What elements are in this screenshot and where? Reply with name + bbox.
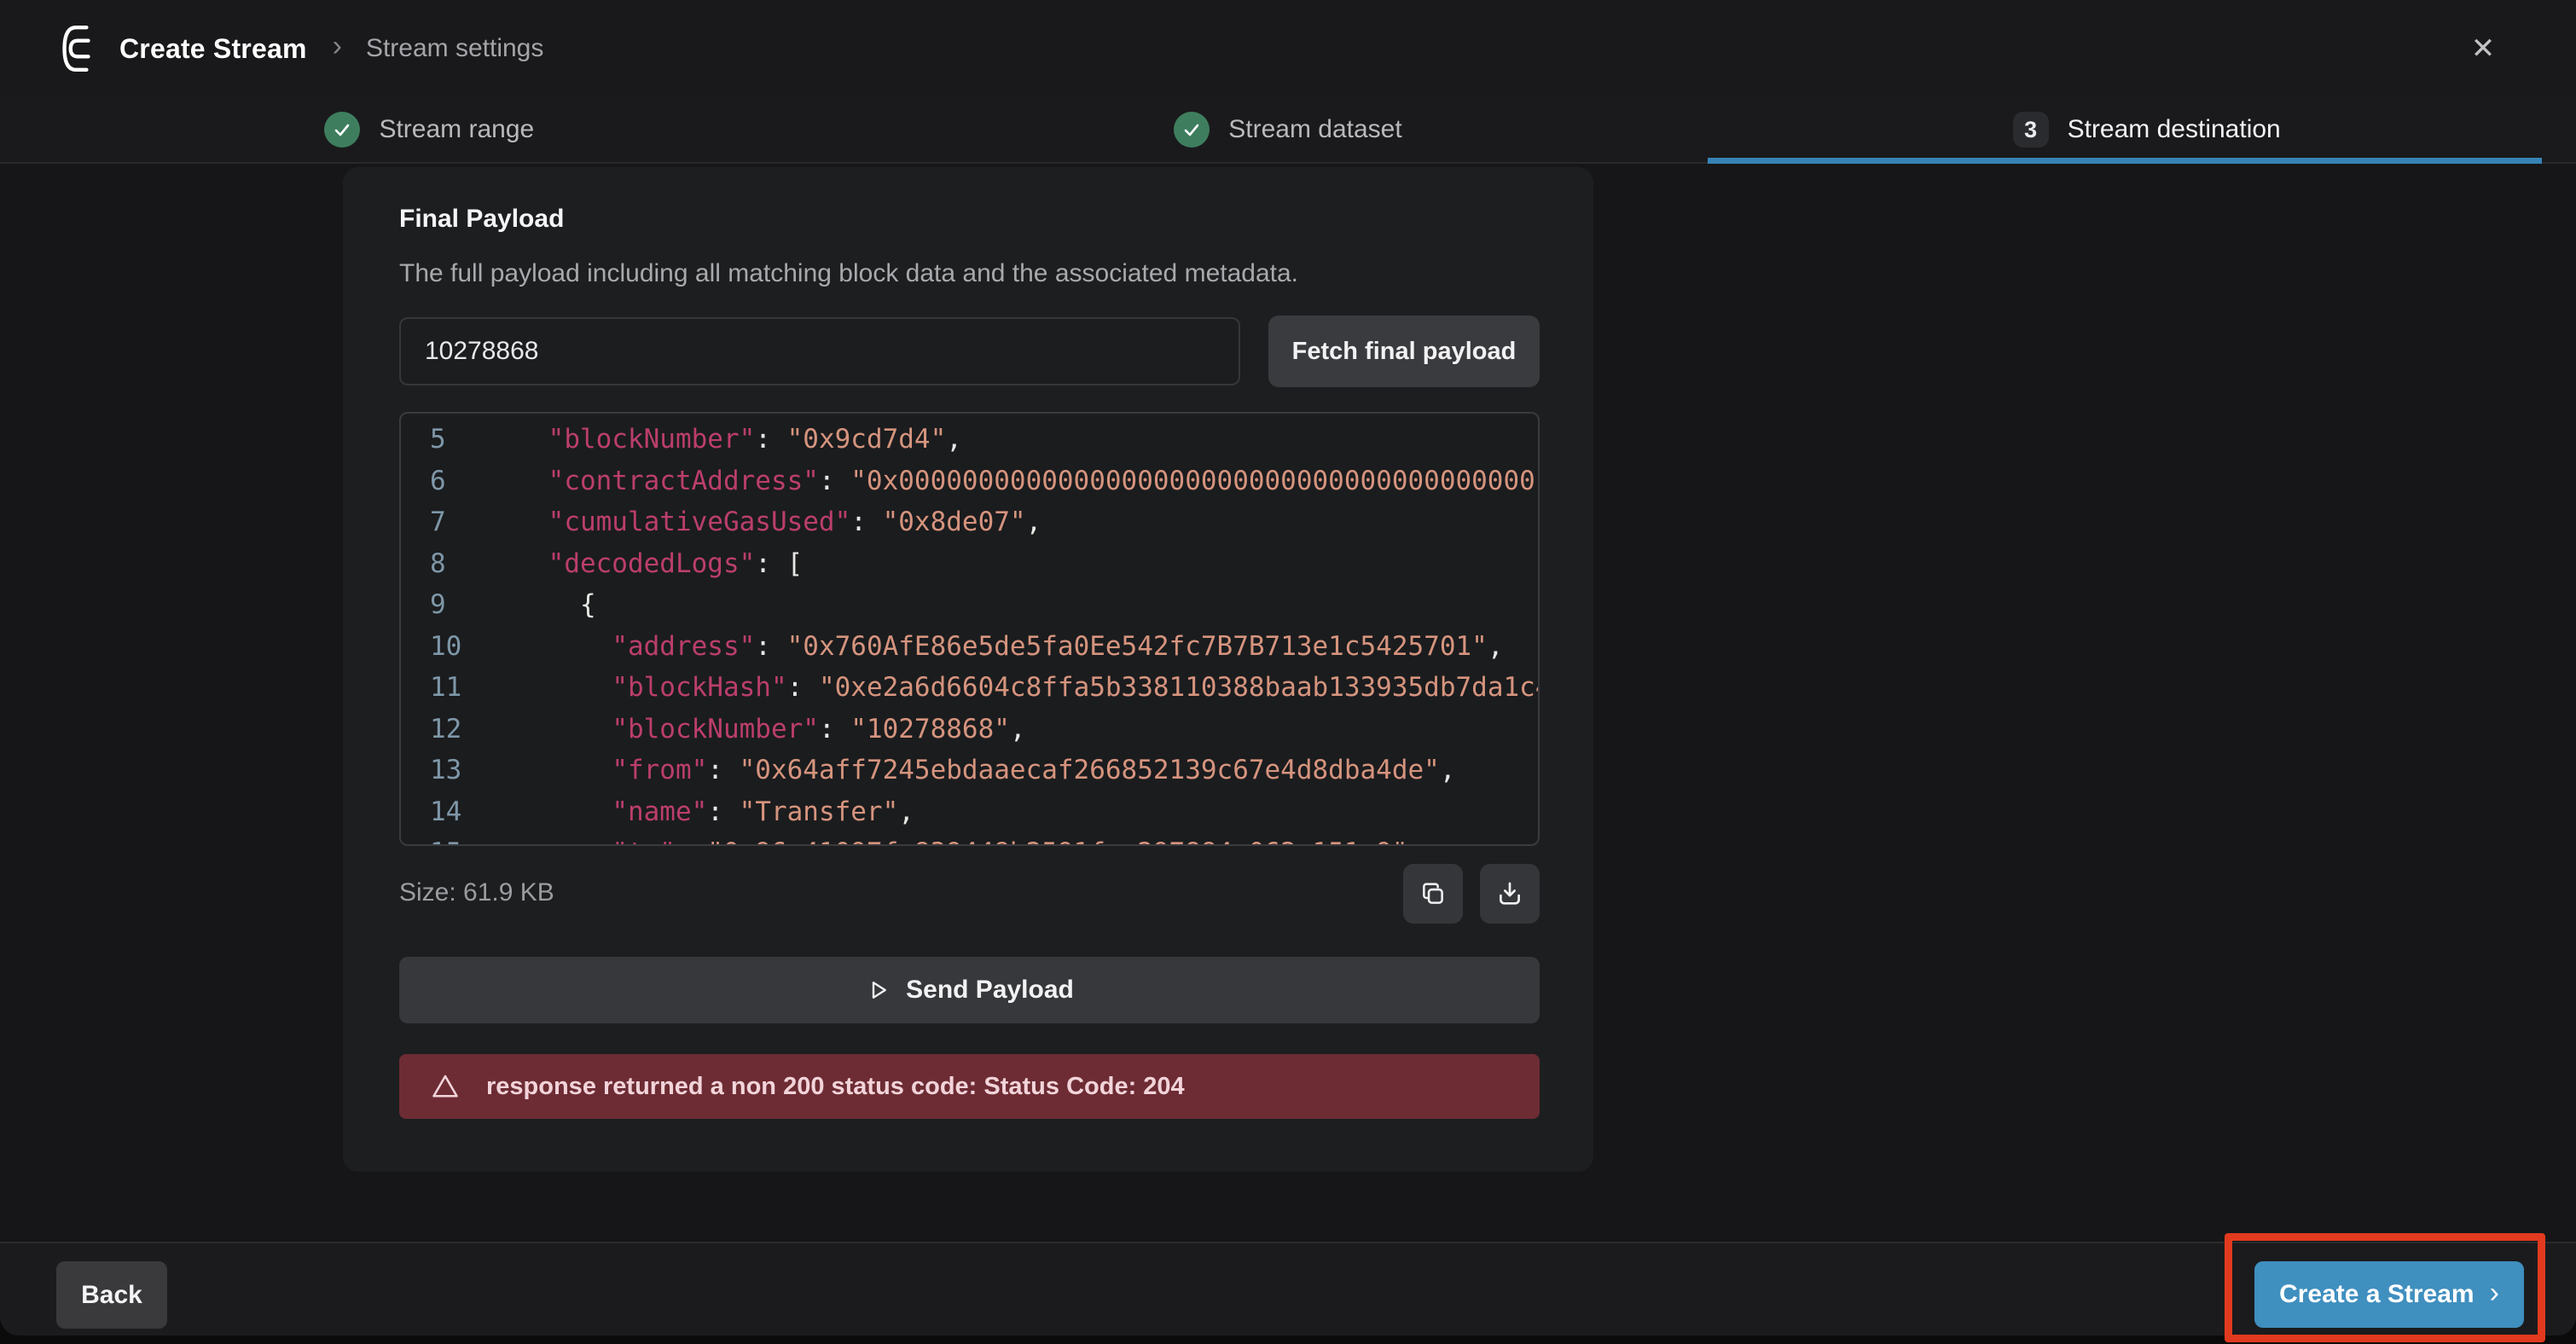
copy-icon bbox=[1419, 879, 1448, 908]
line-number: 9 bbox=[401, 584, 484, 626]
line-number: 6 bbox=[401, 461, 484, 502]
create-stream-button[interactable]: Create a Stream › bbox=[2254, 1261, 2524, 1328]
line-number: 11 bbox=[401, 667, 484, 709]
error-banner: response returned a non 200 status code:… bbox=[399, 1054, 1540, 1119]
download-icon bbox=[1495, 879, 1524, 908]
code-line: 12 "blockNumber": "10278868", bbox=[401, 709, 1538, 750]
step-number-badge: 3 bbox=[2013, 112, 2049, 148]
chevron-right-icon: › bbox=[2490, 1278, 2499, 1307]
step-stream-dataset[interactable]: Stream dataset bbox=[859, 97, 1718, 162]
step-label: Stream dataset bbox=[1228, 115, 1401, 144]
line-number: 7 bbox=[401, 501, 484, 543]
back-button[interactable]: Back bbox=[56, 1261, 167, 1329]
line-number: 10 bbox=[401, 626, 484, 668]
code-line: 13 "from": "0x64aff7245ebdaaecaf26685213… bbox=[401, 750, 1538, 791]
code-line: 6 "contractAddress": "0x0000000000000000… bbox=[401, 461, 1538, 502]
play-icon bbox=[865, 977, 891, 1003]
payload-code-editor[interactable]: 5 "blockNumber": "0x9cd7d4",6 "contractA… bbox=[399, 412, 1540, 846]
code-line: 8 "decodedLogs": [ bbox=[401, 543, 1538, 585]
create-stream-label: Create a Stream bbox=[2279, 1280, 2474, 1309]
line-number: 12 bbox=[401, 709, 484, 750]
step-stream-range[interactable]: Stream range bbox=[0, 97, 859, 162]
breadcrumb-chevron-icon: › bbox=[333, 32, 342, 61]
card-description: The full payload including all matching … bbox=[399, 259, 1298, 288]
create-stream-modal: Create Stream › Stream settings ✕ Stream… bbox=[0, 0, 2576, 1335]
send-payload-button[interactable]: Send Payload bbox=[399, 957, 1540, 1023]
step-stream-destination[interactable]: 3 Stream destination bbox=[1717, 97, 2576, 162]
streams-logo-icon bbox=[55, 23, 97, 74]
code-lines: 5 "blockNumber": "0x9cd7d4",6 "contractA… bbox=[401, 414, 1538, 846]
page-title: Create Stream bbox=[119, 33, 307, 65]
line-number: 8 bbox=[401, 543, 484, 585]
close-icon[interactable]: ✕ bbox=[2463, 29, 2503, 68]
active-step-underline bbox=[1708, 158, 2542, 164]
card-title: Final Payload bbox=[399, 205, 564, 234]
stepper: Stream range Stream dataset 3 Stream des… bbox=[0, 97, 2576, 164]
final-payload-card: Final Payload The full payload including… bbox=[343, 167, 1593, 1172]
block-number-input[interactable] bbox=[399, 317, 1240, 385]
line-number: 15 bbox=[401, 832, 484, 846]
code-line: 5 "blockNumber": "0x9cd7d4", bbox=[401, 419, 1538, 461]
code-line: 10 "address": "0x760AfE86e5de5fa0Ee542fc… bbox=[401, 626, 1538, 668]
send-payload-label: Send Payload bbox=[906, 976, 1074, 1005]
code-line: 15 "to": "0x96a41097fc839448b2591fac2978… bbox=[401, 832, 1538, 846]
step-label: Stream range bbox=[379, 115, 534, 144]
warning-triangle-icon bbox=[430, 1071, 461, 1102]
step-label: Stream destination bbox=[2068, 115, 2281, 144]
check-icon bbox=[324, 112, 360, 148]
error-message: response returned a non 200 status code:… bbox=[486, 1073, 1185, 1101]
payload-size-label: Size: 61.9 KB bbox=[399, 878, 554, 907]
code-line: 7 "cumulativeGasUsed": "0x8de07", bbox=[401, 501, 1538, 543]
copy-payload-button[interactable] bbox=[1403, 864, 1463, 924]
line-number: 14 bbox=[401, 791, 484, 833]
code-line: 14 "name": "Transfer", bbox=[401, 791, 1538, 833]
fetch-final-payload-button[interactable]: Fetch final payload bbox=[1268, 316, 1540, 387]
footer-bar: Back Create a Stream › bbox=[0, 1242, 2576, 1335]
breadcrumb-item: Stream settings bbox=[366, 34, 543, 63]
code-line: 11 "blockHash": "0xe2a6d6604c8ffa5b33811… bbox=[401, 667, 1538, 709]
download-payload-button[interactable] bbox=[1480, 864, 1540, 924]
check-icon bbox=[1174, 112, 1210, 148]
main-content: Final Payload The full payload including… bbox=[0, 165, 2576, 1335]
line-number: 13 bbox=[401, 750, 484, 791]
header-bar: Create Stream › Stream settings ✕ bbox=[0, 0, 2576, 97]
code-line: 9 { bbox=[401, 584, 1538, 626]
line-number: 5 bbox=[401, 419, 484, 461]
